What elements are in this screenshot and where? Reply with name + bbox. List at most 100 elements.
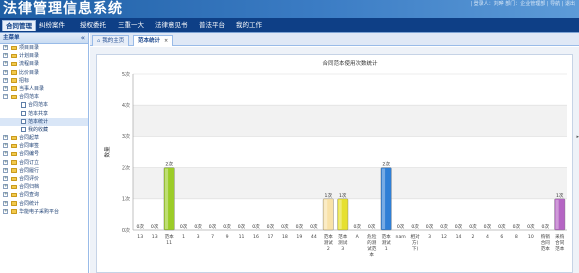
tree-item[interactable]: + 合同统计 (0, 200, 88, 208)
x-tick-label: 3 (197, 234, 200, 240)
expand-node-icon[interactable]: + (3, 69, 8, 75)
left-navigation-panel: 主菜单 « + 项目目录 + 计划目录 + 流程目录 + 比价目录 + 招标 + 当事人目录 − 合同范本… (0, 33, 89, 273)
tree-item[interactable]: + 合同归档 (0, 183, 88, 191)
x-tick-label: 11 (239, 234, 245, 240)
tree-item[interactable]: − 合同范本 (0, 93, 88, 101)
tree-item-label: 华能电子采购平台 (19, 208, 60, 215)
menu-law-education[interactable]: 普法平台 (196, 20, 228, 31)
y-tick-label: 5次 (122, 71, 130, 78)
bar-value-label: 0次 (296, 223, 304, 230)
bar-value-label: 1次 (325, 192, 333, 199)
tree-item-label: 项目目录 (19, 45, 40, 51)
expand-node-icon[interactable]: + (3, 192, 8, 198)
app-window: 法律管理信息系统 | 登录人：刘晔 部门：企业管理部 | 导航 | 退出 合同管… (0, 0, 579, 273)
bar-highlight (164, 168, 169, 229)
bar-value-label: 0次 (368, 223, 376, 230)
tab-template-statistics[interactable]: 范本统计 × (133, 35, 174, 46)
bar-value-label: 0次 (238, 223, 246, 230)
menu-legal-opinion[interactable]: 法律意见书 (152, 20, 191, 31)
tab-my-home[interactable]: ⌂ 我的主页 (92, 35, 130, 46)
x-tick-label: 范本测试 3 (338, 233, 348, 252)
document-icon (21, 110, 26, 116)
y-tick-label: 2次 (122, 164, 130, 171)
folder-icon (11, 201, 17, 206)
tree-item[interactable]: + 合同评价 (0, 175, 88, 183)
tree-item-label: 范本统计 (28, 118, 49, 125)
folder-icon (11, 151, 17, 157)
expand-node-icon[interactable]: + (3, 167, 8, 173)
tree-item[interactable]: + 比价目录 (0, 69, 88, 77)
tree-item[interactable]: + 合同订立 (0, 159, 88, 167)
x-tick-label: 12 (441, 234, 447, 240)
tree-item[interactable]: + 合同起草 (0, 134, 88, 142)
tree-item[interactable]: 范本共享 (0, 110, 88, 118)
left-panel-header: 主菜单 « (0, 33, 88, 44)
expand-node-icon[interactable]: + (3, 176, 8, 181)
collapse-panel-icon[interactable]: « (81, 33, 85, 43)
tree-item-label: 流程目录 (19, 61, 40, 68)
bar-value-label: 0次 (397, 223, 405, 230)
tree-item[interactable]: 合同范本 (0, 101, 88, 109)
bar-value-label: 0次 (281, 223, 289, 230)
folder-icon (11, 160, 17, 165)
tab-close-icon[interactable]: × (164, 38, 168, 44)
bar-value-label: 0次 (411, 223, 419, 230)
expand-node-icon[interactable]: + (3, 143, 8, 149)
tree-item[interactable]: + 华能电子采购平台 (0, 208, 88, 216)
expand-node-icon[interactable]: + (3, 184, 8, 190)
menu-disputes[interactable]: 纠纷案件 (36, 20, 68, 31)
tree-item-label: 合同归档 (19, 184, 40, 191)
expand-node-icon[interactable]: + (3, 200, 8, 206)
menu-contract-management[interactable]: 合同管理 (2, 20, 36, 31)
tree-item[interactable]: + 计划目录 (0, 52, 88, 60)
menu-my-work[interactable]: 我的工作 (233, 20, 265, 31)
bar-value-label: 0次 (180, 223, 188, 230)
x-tick-label: 2 (471, 234, 474, 240)
content-area: 合同范本使用次数统计 0次 1次 2次 3次 4次 5次 数量 0次 13 0次 13 2次 范本 11 0次… (90, 47, 579, 273)
header-bar: 法律管理信息系统 | 登录人：刘晔 部门：企业管理部 | 导航 | 退出 (0, 0, 579, 18)
x-tick-label: 采购合同范本 (555, 233, 565, 252)
bar-value-label: 0次 (455, 223, 463, 230)
header-user-links[interactable]: | 登录人：刘晔 部门：企业管理部 | 导航 | 退出 (470, 0, 575, 8)
tree-item-label: 比价目录 (19, 69, 40, 76)
bar-value-label: 0次 (252, 223, 260, 230)
tree-item[interactable]: + 项目目录 (0, 44, 88, 52)
tree-item[interactable]: + 合同编号 (0, 150, 88, 158)
x-tick-label: 相对方(下) (410, 233, 420, 252)
expand-node-icon[interactable]: + (3, 135, 8, 141)
x-tick-label: 8 (515, 234, 518, 240)
tree-item[interactable]: + 流程目录 (0, 60, 88, 68)
tree-item[interactable]: + 招标 (0, 77, 88, 85)
bar-value-label: 2次 (165, 161, 173, 168)
tree-item-label: 招标 (19, 77, 30, 84)
collapse-node-icon[interactable]: − (3, 94, 8, 100)
y-tick-label: 0次 (122, 227, 130, 234)
expand-node-icon[interactable]: + (3, 61, 8, 67)
bar-chart: 合同范本使用次数统计0次1次2次3次4次5次数量0次130次132次范本 110次… (103, 59, 567, 258)
home-icon: ⌂ (97, 38, 101, 44)
chart-band (133, 105, 567, 137)
tab-strip: ⌂ 我的主页 范本统计 × (90, 33, 579, 46)
tree-item[interactable]: 我的收藏 (0, 126, 88, 134)
expand-node-icon[interactable]: + (3, 77, 8, 83)
expand-node-icon[interactable]: + (3, 45, 8, 50)
tree-item-label: 合同审签 (19, 143, 40, 150)
x-tick-label: 16 (253, 234, 259, 240)
bar-value-label: 0次 (498, 223, 506, 230)
expand-node-icon[interactable]: + (3, 85, 8, 91)
bar-value-label: 0次 (223, 223, 231, 230)
expand-node-icon[interactable]: + (3, 208, 8, 214)
expand-node-icon[interactable]: + (3, 151, 8, 157)
menu-three-major-one-large[interactable]: 三重一大 (115, 20, 147, 31)
x-tick-label: 18 (282, 234, 288, 240)
expand-node-icon[interactable]: + (3, 159, 8, 165)
tree-item[interactable]: 范本统计 (0, 117, 88, 126)
tree-item[interactable]: + 当事人目录 (0, 85, 88, 93)
menu-tree: + 项目目录 + 计划目录 + 流程目录 + 比价目录 + 招标 + 当事人目录 − 合同范本 合同范本 范本… (0, 44, 88, 216)
menu-authorization[interactable]: 授权委托 (77, 20, 109, 31)
tree-item[interactable]: + 合同查询 (0, 191, 88, 199)
bar-value-label: 0次 (469, 223, 477, 230)
expand-node-icon[interactable]: + (3, 53, 8, 59)
tree-item[interactable]: + 合同审签 (0, 142, 88, 150)
tree-item[interactable]: + 合同履行 (0, 167, 88, 175)
